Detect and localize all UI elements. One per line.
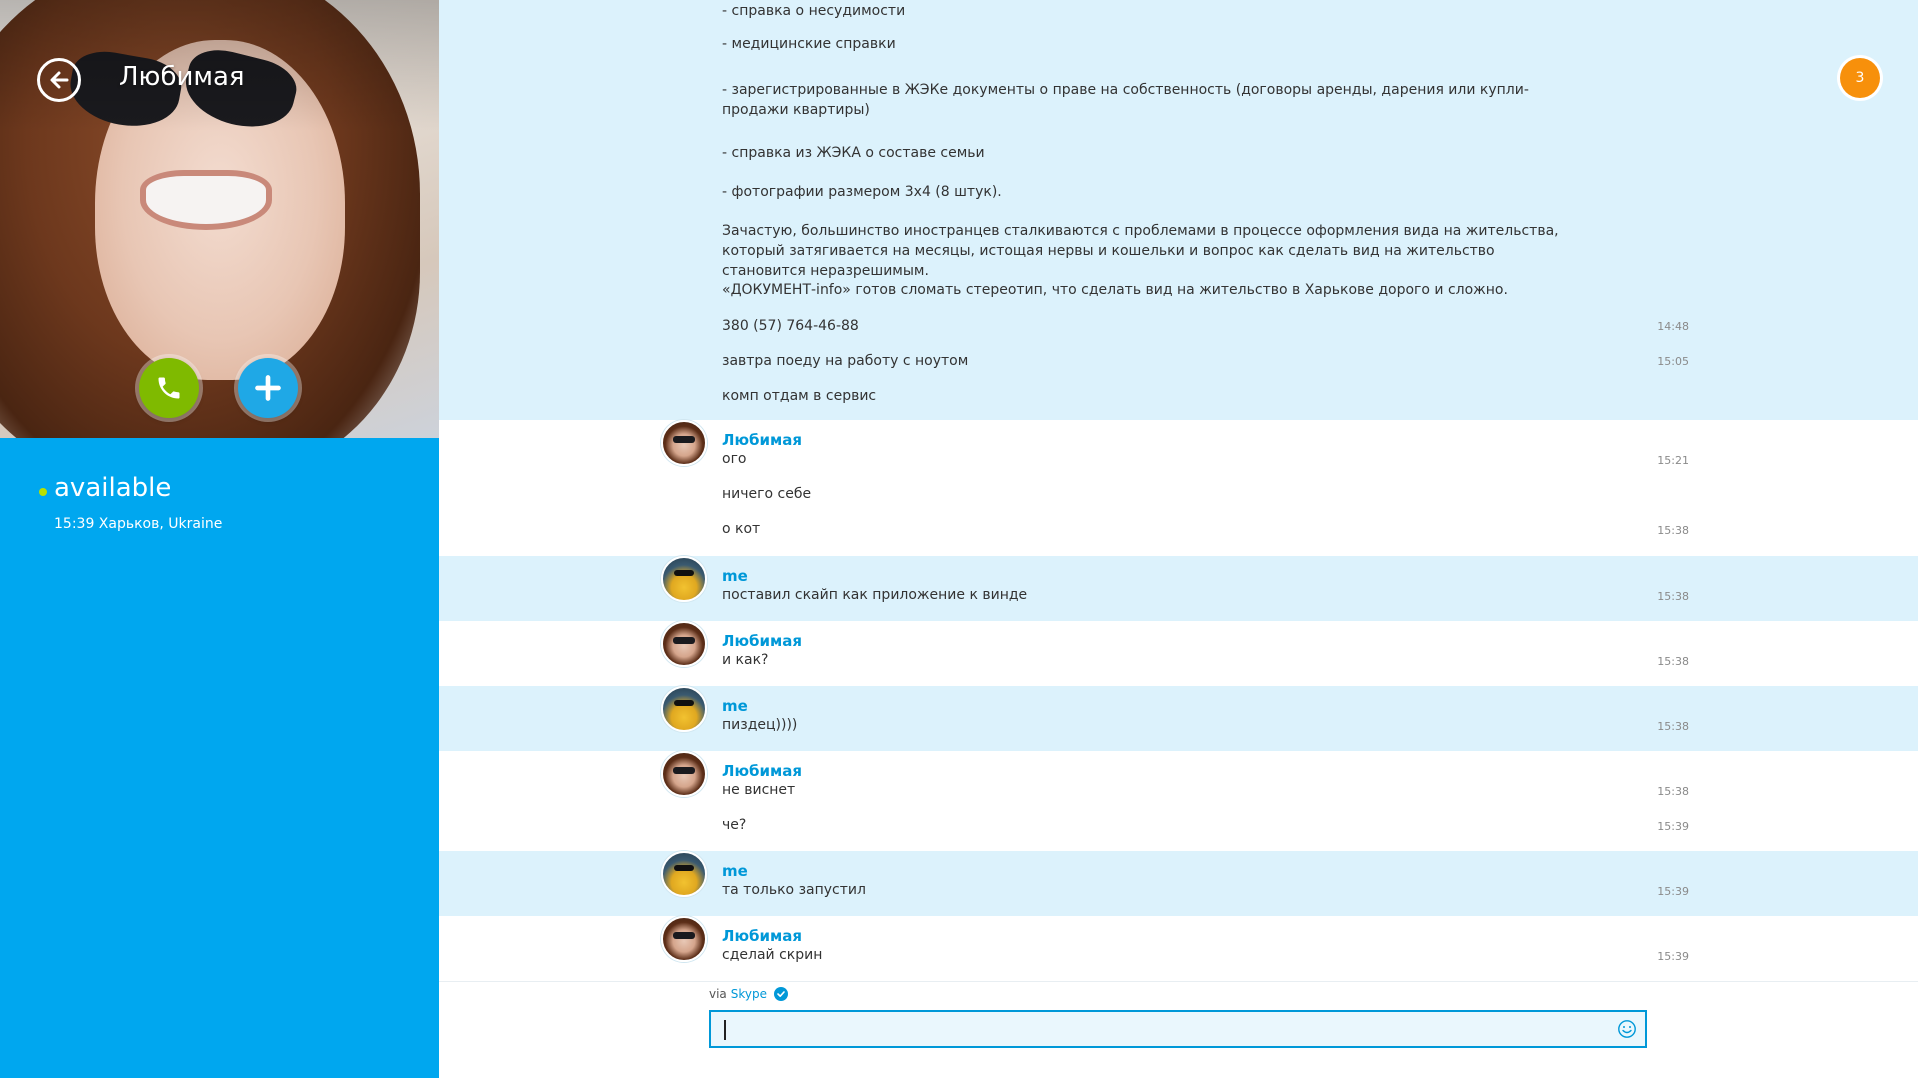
status-detail: 15:39 Харьков, Ukraine — [54, 516, 223, 532]
message-line: не виснет — [722, 782, 796, 798]
message-line: ого — [722, 451, 747, 467]
message-line: «ДОКУМЕНТ-info» готов сломать стереотип,… — [722, 282, 1508, 298]
message-line: - фотографии размером 3х4 (8 штук). — [722, 184, 1002, 200]
call-button[interactable] — [139, 358, 199, 418]
back-button[interactable] — [37, 58, 81, 102]
sender-name[interactable]: Любимая — [722, 762, 802, 780]
message-time: 15:39 — [1657, 885, 1689, 898]
message-line: та только запустил — [722, 882, 866, 898]
sender-name[interactable]: me — [722, 862, 748, 880]
message-line: 380 (57) 764-46-88 — [722, 318, 859, 334]
message-line: о кот — [722, 521, 761, 537]
message-line: комп отдам в сервис — [722, 388, 877, 404]
phone-icon — [158, 377, 180, 399]
message-line: сделай скрин — [722, 947, 823, 963]
plus-icon — [255, 375, 281, 401]
back-arrow-icon — [50, 71, 69, 89]
message-time: 15:38 — [1657, 785, 1689, 798]
message-group: me пиздец)))) 15:38 — [439, 686, 1918, 751]
contact-panel: Любимая available 15:39 Харьков, Ukraine — [0, 0, 439, 1078]
message-time: 15:05 — [1657, 355, 1689, 368]
message-group: me поставил скайп как приложение к винде… — [439, 556, 1918, 621]
message-line: Зачастую, большинство иностранцев сталки… — [722, 223, 1559, 279]
message-group: Любимая и как? 15:38 — [439, 621, 1918, 686]
sender-name[interactable]: Любимая — [722, 632, 802, 650]
message-time: 14:48 — [1657, 320, 1689, 333]
message-time: 15:39 — [1657, 820, 1689, 833]
message-group-me-top: - справка о несудимости - медицинские сп… — [439, 0, 1918, 420]
via-service-link[interactable]: Skype — [731, 987, 767, 1001]
avatar[interactable] — [661, 420, 707, 466]
message-line: завтра поеду на работу с ноутом — [722, 353, 969, 369]
smiley-icon[interactable] — [1617, 1019, 1637, 1039]
message-group: Любимая ого 15:21 ничего себе о кот 15:3… — [439, 420, 1918, 556]
message-line: и как? — [722, 652, 769, 668]
via-prefix: via — [709, 987, 727, 1001]
avatar[interactable] — [661, 686, 707, 732]
avatar[interactable] — [661, 751, 707, 797]
avatar[interactable] — [661, 621, 707, 667]
message-line: че? — [722, 817, 747, 833]
message-line: - справка из ЖЭКА о составе семьи — [722, 145, 985, 161]
message-group: Любимая сделай скрин 15:39 — [439, 916, 1918, 982]
message-line: поставил скайп как приложение к винде — [722, 587, 1028, 603]
message-time: 15:38 — [1657, 655, 1689, 668]
message-line: пиздец)))) — [722, 717, 798, 733]
avatar[interactable] — [661, 851, 707, 897]
text-caret — [724, 1020, 726, 1040]
sender-name[interactable]: me — [722, 567, 748, 585]
message-line: - зарегистрированные в ЖЭКе документы о … — [722, 82, 1529, 118]
message-time: 15:21 — [1657, 454, 1689, 467]
message-time: 15:39 — [1657, 950, 1689, 963]
message-input[interactable] — [721, 1016, 1595, 1044]
sender-name[interactable]: Любимая — [722, 431, 802, 449]
message-line: - медицинские справки — [722, 36, 896, 52]
message-compose-box[interactable] — [709, 1010, 1647, 1048]
sender-name[interactable]: me — [722, 697, 748, 715]
message-group: Любимая не виснет 15:38 че? 15:39 — [439, 751, 1918, 851]
message-line: ничего себе — [722, 486, 812, 502]
via-line: via Skype — [709, 987, 789, 1001]
message-time: 15:38 — [1657, 720, 1689, 733]
message-time: 15:38 — [1657, 524, 1689, 537]
unread-badge[interactable]: 3 — [1840, 58, 1880, 98]
chat-area[interactable]: - справка о несудимости - медицинские сп… — [439, 0, 1918, 1078]
message-group: me та только запустил 15:39 — [439, 851, 1918, 916]
avatar[interactable] — [661, 556, 707, 602]
add-button[interactable] — [238, 358, 298, 418]
contact-photo: Любимая — [0, 0, 439, 438]
avatar[interactable] — [661, 916, 707, 962]
message-time: 15:38 — [1657, 590, 1689, 603]
message-line: - справка о несудимости — [722, 3, 906, 19]
sender-name[interactable]: Любимая — [722, 927, 802, 945]
contact-name: Любимая — [119, 62, 245, 92]
status-dot — [39, 488, 47, 496]
check-icon — [774, 987, 789, 1001]
status-text: available — [54, 473, 172, 503]
